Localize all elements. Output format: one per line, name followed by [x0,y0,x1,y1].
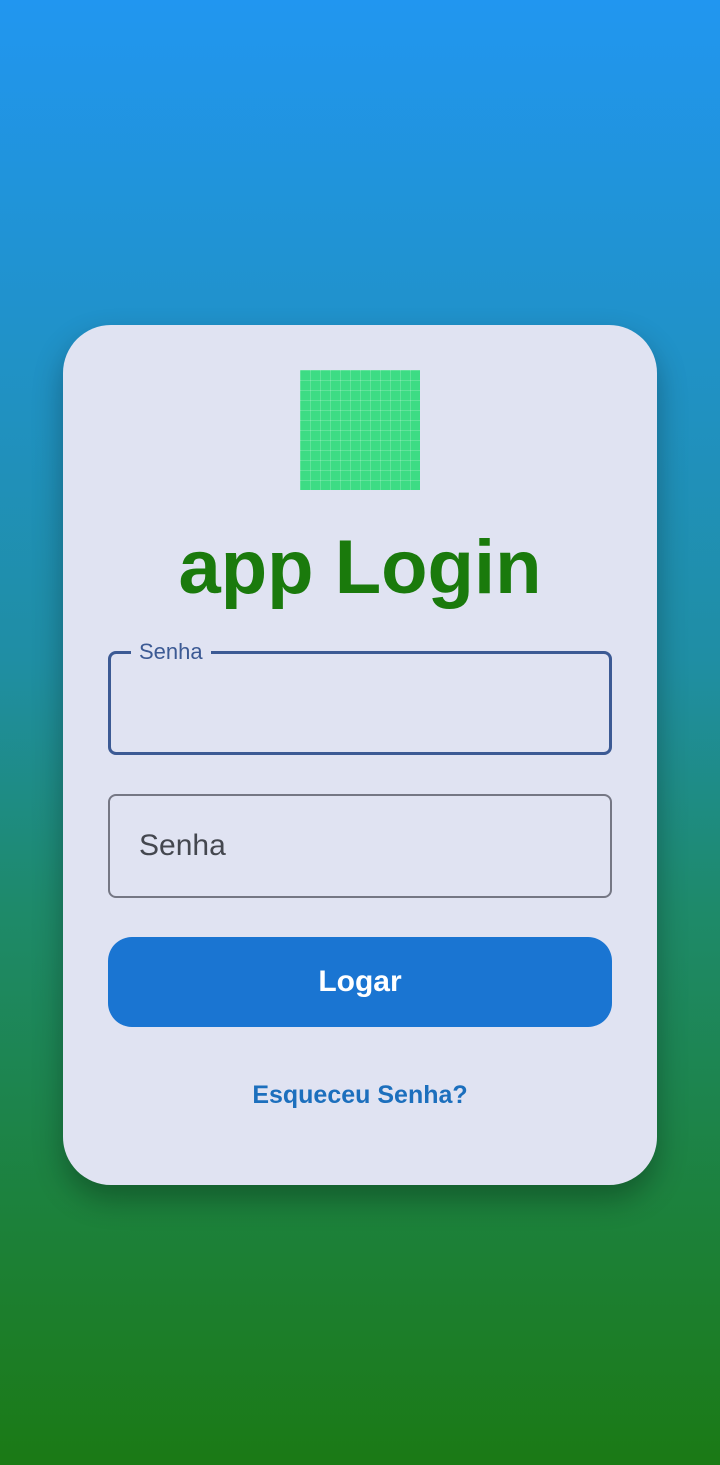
app-logo-icon [300,370,420,490]
password-placeholder: Senha [139,829,226,862]
login-card: app Login Senha Senha Logar Esqueceu Sen… [63,325,657,1185]
forgot-password-link[interactable]: Esqueceu Senha? [63,1080,657,1110]
password-input-field[interactable]: Senha [108,794,612,898]
login-button[interactable]: Logar [108,937,612,1027]
page-title: app Login [178,525,542,610]
user-field-label: Senha [131,639,211,665]
user-input-field[interactable]: Senha [108,639,612,755]
